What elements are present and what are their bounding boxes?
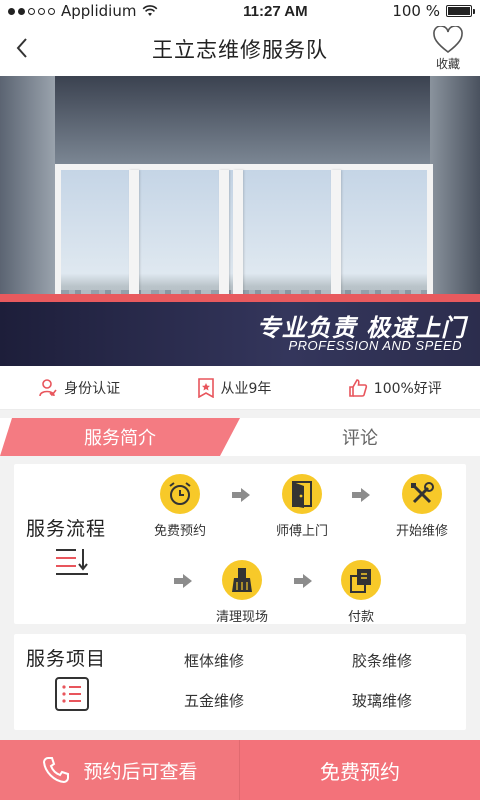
favorite-button[interactable]: 收藏 xyxy=(432,26,464,72)
call-button-label: 预约后可查看 xyxy=(83,760,198,783)
bottom-action-bar: 预约后可查看 免费预约 xyxy=(0,740,480,800)
banner-accent-line xyxy=(0,294,480,302)
booking-button-label: 免费预约 xyxy=(320,759,400,784)
favorite-label: 收藏 xyxy=(435,57,460,71)
battery-percent: 100 % xyxy=(392,2,440,20)
signal-strength-icon xyxy=(8,7,55,15)
free-booking-button[interactable]: 免费预约 xyxy=(240,740,480,800)
service-flow-title: 服务流程 xyxy=(26,518,107,540)
service-item: 胶条维修 xyxy=(352,652,413,670)
heart-icon xyxy=(433,26,463,54)
banner-wall-left xyxy=(0,76,55,296)
badge-rating: 100%好评 xyxy=(348,378,442,398)
phone-icon xyxy=(43,757,70,784)
carrier-name: Applidium xyxy=(61,2,137,20)
tools-icon xyxy=(402,474,442,514)
banner-image: 专业负责 极速上门 PROFESSION AND SPEED xyxy=(0,76,480,366)
arrow-right-icon xyxy=(352,488,370,502)
nav-header: 王立志维修服务队 收藏 xyxy=(0,22,480,76)
badge-label: 身份认证 xyxy=(64,380,121,397)
badge-experience: 从业9年 xyxy=(197,377,272,398)
list-sort-icon xyxy=(56,549,88,575)
user-verified-icon xyxy=(39,378,57,396)
certificate-icon xyxy=(197,377,214,398)
service-item: 五金维修 xyxy=(184,692,245,710)
flow-step-cleanup: 清理现场 xyxy=(202,560,282,625)
tab-reviews[interactable]: 评论 xyxy=(240,418,480,456)
badge-label: 100%好评 xyxy=(373,380,442,397)
alarm-clock-icon xyxy=(160,474,200,514)
trust-badges: 身份认证 从业9年 100%好评 xyxy=(0,366,480,410)
back-button[interactable] xyxy=(8,34,36,62)
banner-ceiling xyxy=(0,76,480,164)
badge-label: 从业9年 xyxy=(220,380,272,397)
door-icon xyxy=(282,474,322,514)
chevron-left-icon xyxy=(16,38,27,58)
arrow-right-icon xyxy=(294,574,312,588)
service-item: 框体维修 xyxy=(184,652,245,670)
flow-step-repair: 开始维修 xyxy=(382,474,462,539)
checklist-icon xyxy=(55,677,89,711)
step-label: 付款 xyxy=(347,610,374,625)
status-time: 11:27 AM xyxy=(243,2,308,20)
status-bar: Applidium 11:27 AM 100 % xyxy=(0,0,480,22)
flow-step-visit: 师傅上门 xyxy=(262,474,342,539)
status-left: Applidium xyxy=(8,2,158,20)
call-button[interactable]: 预约后可查看 xyxy=(0,740,240,800)
flow-step-payment: 付款 xyxy=(321,560,401,625)
payment-icon xyxy=(341,560,381,600)
service-flow-card: 服务流程 免费预约 师傅上门 开始维修 清理现场 付款 xyxy=(14,464,466,625)
banner-slogan-en: PROFESSION AND SPEED xyxy=(288,338,462,353)
badge-identity: 身份认证 xyxy=(38,378,120,398)
service-items-card: 服务项目 框体维修 胶条维修 五金维修 玻璃维修 xyxy=(14,634,466,730)
battery-icon xyxy=(446,5,475,17)
service-items-title: 服务项目 xyxy=(26,648,107,670)
tab-service-intro[interactable]: 服务简介 xyxy=(0,418,240,456)
wifi-icon xyxy=(143,5,158,16)
arrow-right-icon xyxy=(232,488,250,502)
service-item: 玻璃维修 xyxy=(352,692,413,710)
step-label: 开始维修 xyxy=(395,524,448,539)
step-label: 清理现场 xyxy=(215,610,268,625)
status-right: 100 % xyxy=(392,2,475,20)
page-title: 王立志维修服务队 xyxy=(152,38,328,62)
thumbs-up-icon xyxy=(348,378,367,397)
flow-step-booking: 免费预约 xyxy=(140,474,220,539)
tab-bar: 服务简介 评论 xyxy=(0,418,480,456)
broom-icon xyxy=(222,560,262,600)
step-label: 免费预约 xyxy=(153,524,206,539)
arrow-right-icon xyxy=(174,574,192,588)
step-label: 师傅上门 xyxy=(275,524,328,539)
banner-wall-right xyxy=(430,76,480,306)
